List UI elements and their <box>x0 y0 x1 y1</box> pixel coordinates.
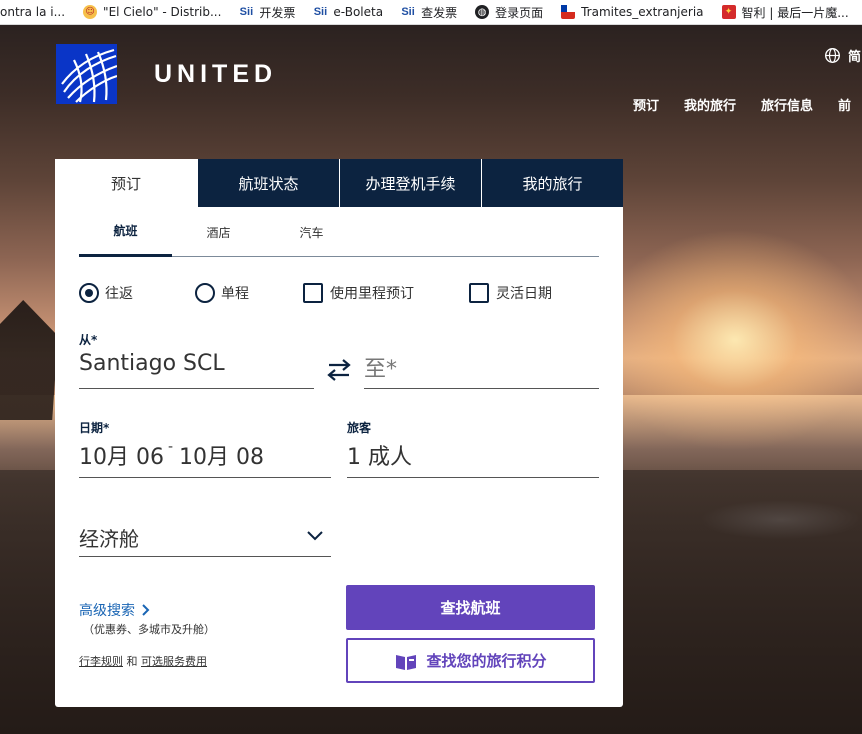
checkbox-icon <box>303 283 323 303</box>
bookmark-label: ontra la i... <box>0 5 66 19</box>
oneway-radio[interactable]: 单程 <box>195 283 249 303</box>
united-globe-logo[interactable] <box>56 44 117 104</box>
sii-icon: Sii <box>239 6 254 18</box>
bookmark-label: 查发票 <box>421 5 458 20</box>
links-joiner: 和 <box>123 655 141 668</box>
date-separator: - <box>167 439 174 455</box>
booking-card: 预订 航班状态 办理登机手续 我的旅行 航班 酒店 汽车 往返 单程 使用里程预… <box>55 159 623 707</box>
radio-empty-icon <box>195 283 215 303</box>
nav-travel-info[interactable]: 旅行信息 <box>761 95 813 114</box>
dates-label: 日期* <box>79 421 110 435</box>
find-award-travel-label: 查找您的旅行积分 <box>426 652 547 670</box>
bookmark-6[interactable]: Tramites_extranjeria <box>561 0 721 24</box>
tab-check-in[interactable]: 办理登机手续 <box>339 159 481 207</box>
dates-input[interactable]: 10月 06-10月 08 <box>79 439 331 478</box>
chevron-right-icon <box>142 604 150 616</box>
advanced-search-note: （优惠券、多城市及升舱） <box>83 623 215 636</box>
swap-airports-icon[interactable] <box>325 357 353 383</box>
bookmark-4[interactable]: Sii 查发票 <box>401 0 475 24</box>
from-input[interactable]: Santiago SCL <box>79 351 314 389</box>
from-label: 从* <box>79 333 98 347</box>
travelers-input[interactable]: 1 成人 <box>347 439 599 478</box>
tab-my-trips[interactable]: 我的旅行 <box>481 159 623 207</box>
subtab-hotels[interactable]: 酒店 <box>172 207 265 257</box>
bookmark-3[interactable]: Sii e-Boleta <box>313 0 401 24</box>
radio-selected-icon <box>79 283 99 303</box>
advanced-search-link[interactable]: 高级搜索 <box>79 600 151 620</box>
bookmark-0[interactable]: ontra la i... <box>0 0 83 24</box>
chile-flag-icon <box>561 5 576 19</box>
globe-icon: ◍ <box>475 5 490 19</box>
advanced-search-label: 高级搜索 <box>79 603 135 619</box>
top-nav: 预订 我的旅行 旅行信息 前 <box>633 95 862 114</box>
cabin-select[interactable]: 经济舱 <box>79 519 331 557</box>
bookmark-label: e-Boleta <box>333 5 384 19</box>
policy-links: 行李规则 和 可选服务费用 <box>79 653 207 669</box>
bookmark-label: "El Cielo" - Distrib... <box>103 5 222 19</box>
game-icon: ✦ <box>721 5 736 19</box>
find-award-travel-button[interactable]: 查找您的旅行积分 <box>346 638 595 683</box>
travelers-label: 旅客 <box>347 421 372 435</box>
sii-icon: Sii <box>313 6 328 18</box>
checkbox-icon <box>469 283 489 303</box>
find-flights-button[interactable]: 查找航班 <box>346 585 595 630</box>
booking-tabs: 预订 航班状态 办理登机手续 我的旅行 <box>55 159 623 207</box>
bookmark-2[interactable]: Sii 开发票 <box>239 0 313 24</box>
globe-icon <box>825 48 840 63</box>
nav-my-trips[interactable]: 我的旅行 <box>684 95 736 114</box>
roundtrip-label: 往返 <box>105 286 133 302</box>
bookmark-1[interactable]: ☺ "El Cielo" - Distrib... <box>83 0 239 24</box>
cabin-value: 经济舱 <box>79 527 139 551</box>
book-with-miles-checkbox[interactable]: 使用里程预订 <box>303 283 414 303</box>
flexible-dates-checkbox[interactable]: 灵活日期 <box>469 283 552 303</box>
cielo-icon: ☺ <box>83 5 98 19</box>
book-with-miles-label: 使用里程预订 <box>330 286 414 302</box>
bookmark-5[interactable]: ◍ 登录页面 <box>475 0 561 24</box>
bookmark-7[interactable]: ✦ 智利 | 最后一片魔... <box>721 0 862 24</box>
oneway-label: 单程 <box>221 286 249 302</box>
nav-more[interactable]: 前 <box>838 95 851 114</box>
flexible-dates-label: 灵活日期 <box>496 286 552 302</box>
language-selector[interactable]: 简 <box>824 46 861 65</box>
subtab-flights[interactable]: 航班 <box>79 207 172 257</box>
bookmark-label: 智利 | 最后一片魔... <box>741 5 849 20</box>
bookmark-label: 开发票 <box>259 5 296 20</box>
depart-date: 10月 06 <box>79 445 164 470</box>
globe-logo-icon <box>61 48 117 103</box>
subtab-cars[interactable]: 汽车 <box>265 207 358 257</box>
bookmark-label: 登录页面 <box>495 5 544 20</box>
chevron-down-icon <box>307 531 323 541</box>
sii-icon: Sii <box>401 6 415 18</box>
optional-fees-link[interactable]: 可选服务费用 <box>141 655 207 668</box>
bookmark-label: Tramites_extranjeria <box>581 5 704 19</box>
roundtrip-radio[interactable]: 往返 <box>79 283 133 303</box>
return-date: 10月 08 <box>179 445 265 470</box>
book-icon <box>396 654 417 670</box>
product-subtabs: 航班 酒店 汽车 <box>79 207 599 257</box>
bookmarks-bar: ontra la i... ☺ "El Cielo" - Distrib... S… <box>0 0 862 25</box>
language-label: 简 <box>848 50 862 65</box>
tab-flight-status[interactable]: 航班状态 <box>197 159 339 207</box>
united-wordmark[interactable]: UNITED <box>154 60 277 89</box>
to-input[interactable]: 至* <box>364 351 599 389</box>
baggage-rules-link[interactable]: 行李规则 <box>79 655 123 668</box>
nav-book[interactable]: 预订 <box>633 95 659 114</box>
tab-book[interactable]: 预订 <box>55 159 197 207</box>
